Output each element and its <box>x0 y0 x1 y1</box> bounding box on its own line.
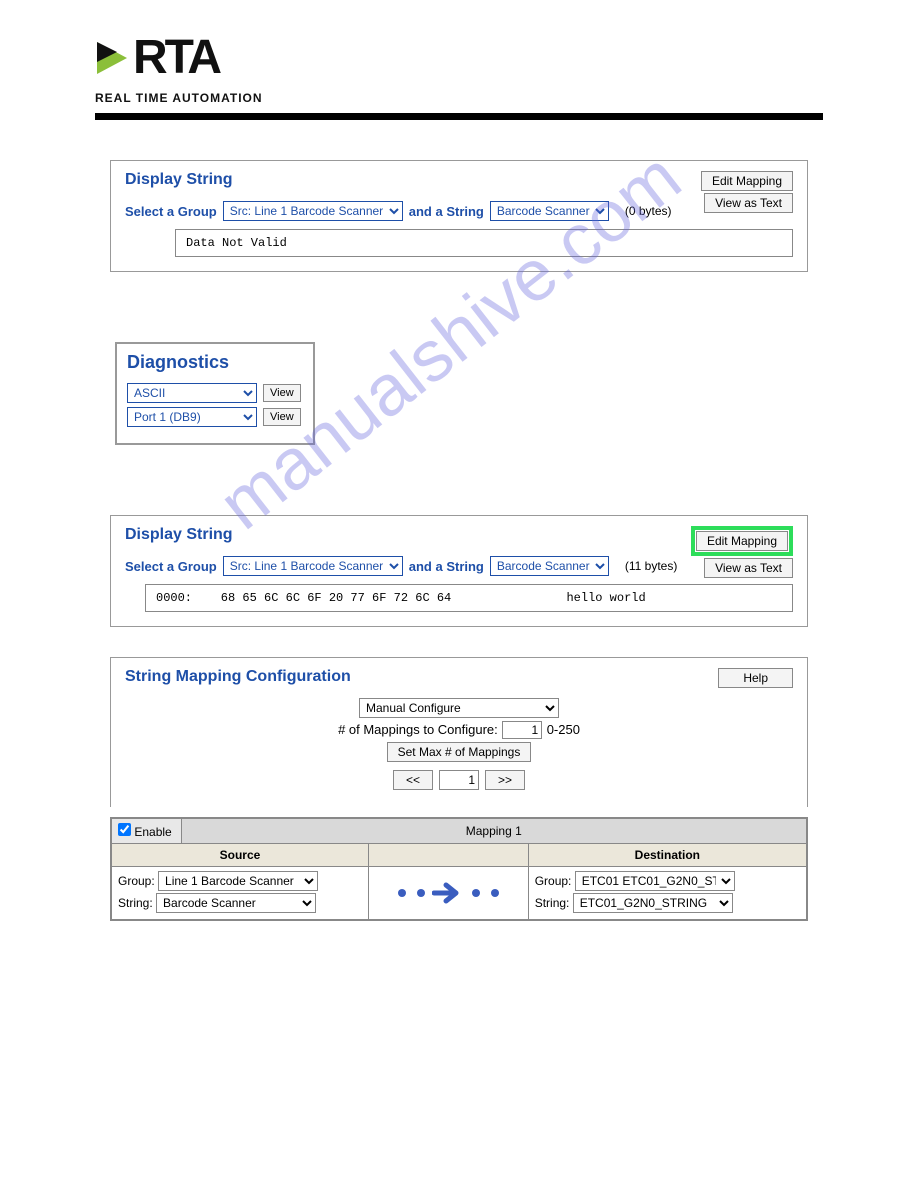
enable-checkbox[interactable] <box>118 823 131 836</box>
diagnostics-title: Diagnostics <box>127 352 303 373</box>
select-group-label: Select a Group <box>125 559 217 574</box>
source-header: Source <box>111 844 368 867</box>
bytes-label: (0 bytes) <box>625 204 672 218</box>
logo-text: RTA <box>133 30 219 85</box>
dot-icon <box>472 889 480 897</box>
src-group-label: Group: <box>118 874 155 888</box>
set-max-button[interactable]: Set Max # of Mappings <box>387 742 532 762</box>
dot-icon <box>398 889 406 897</box>
data-display: 0000: 68 65 6C 6C 6F 20 77 6F 72 6C 64 h… <box>145 584 793 612</box>
enable-cell: Enable <box>111 818 181 844</box>
display-string-panel-1: Edit Mapping View as Text Display String… <box>110 160 808 272</box>
view-button[interactable]: View <box>263 384 301 402</box>
display-string-panel-2: Edit Mapping View as Text Display String… <box>110 515 808 627</box>
diagnostics-panel: Diagnostics ASCII View Port 1 (DB9) View <box>115 342 315 445</box>
panel-title: Display String <box>125 171 793 189</box>
src-string-label: String: <box>118 896 153 910</box>
src-string-select[interactable]: Barcode Scanner <box>156 893 316 913</box>
prev-page-button[interactable]: << <box>393 770 433 790</box>
group-select[interactable]: Src: Line 1 Barcode Scanner <box>223 556 403 576</box>
highlighted-button: Edit Mapping <box>691 526 793 556</box>
destination-header: Destination <box>528 844 807 867</box>
group-select[interactable]: Src: Line 1 Barcode Scanner <box>223 201 403 221</box>
dst-group-label: Group: <box>535 874 572 888</box>
help-button[interactable]: Help <box>718 668 793 688</box>
view-as-text-button[interactable]: View as Text <box>704 558 793 578</box>
and-string-label: and a String <box>409 204 484 219</box>
and-string-label: and a String <box>409 559 484 574</box>
dst-string-label: String: <box>535 896 570 910</box>
data-display: Data Not Valid <box>175 229 793 257</box>
logo-triangle-icon <box>95 38 131 78</box>
protocol-select[interactable]: ASCII <box>127 383 257 403</box>
header: RTA REAL TIME AUTOMATION <box>0 30 918 120</box>
config-mode-select[interactable]: Manual Configure <box>359 698 559 718</box>
arrow-header <box>368 844 528 867</box>
port-select[interactable]: Port 1 (DB9) <box>127 407 257 427</box>
arrow-right-icon <box>432 881 464 905</box>
dst-group-select[interactable]: ETC01 ETC01_G2N0_STRIN <box>575 871 735 891</box>
arrow-cell <box>368 867 528 921</box>
src-group-select[interactable]: Line 1 Barcode Scanner <box>158 871 318 891</box>
bytes-label: (11 bytes) <box>625 559 677 573</box>
mapping-table: Enable Mapping 1 Source Destination Grou… <box>110 817 808 921</box>
next-page-button[interactable]: >> <box>485 770 525 790</box>
view-as-text-button[interactable]: View as Text <box>704 193 793 213</box>
mapping-header: Mapping 1 <box>181 818 807 844</box>
dot-icon <box>417 889 425 897</box>
edit-mapping-button[interactable]: Edit Mapping <box>701 171 793 191</box>
string-mapping-panel: Help String Mapping Configuration Manual… <box>110 657 808 921</box>
num-mappings-label: # of Mappings to Configure: <box>338 722 498 737</box>
panel-title: String Mapping Configuration <box>125 668 793 686</box>
string-select[interactable]: Barcode Scanner <box>490 556 609 576</box>
dst-string-select[interactable]: ETC01_G2N0_STRING <box>573 893 733 913</box>
logo: RTA <box>95 30 823 85</box>
view-button[interactable]: View <box>263 408 301 426</box>
header-divider <box>95 113 823 120</box>
page-input[interactable] <box>439 770 479 790</box>
table-row: Group: Line 1 Barcode Scanner String: Ba… <box>111 867 807 921</box>
enable-label: Enable <box>134 825 171 839</box>
string-select[interactable]: Barcode Scanner <box>490 201 609 221</box>
num-mappings-input[interactable] <box>502 721 542 739</box>
edit-mapping-button[interactable]: Edit Mapping <box>696 531 788 551</box>
num-range-label: 0-250 <box>547 722 580 737</box>
logo-subtitle: REAL TIME AUTOMATION <box>95 91 823 105</box>
dot-icon <box>491 889 499 897</box>
select-group-label: Select a Group <box>125 204 217 219</box>
